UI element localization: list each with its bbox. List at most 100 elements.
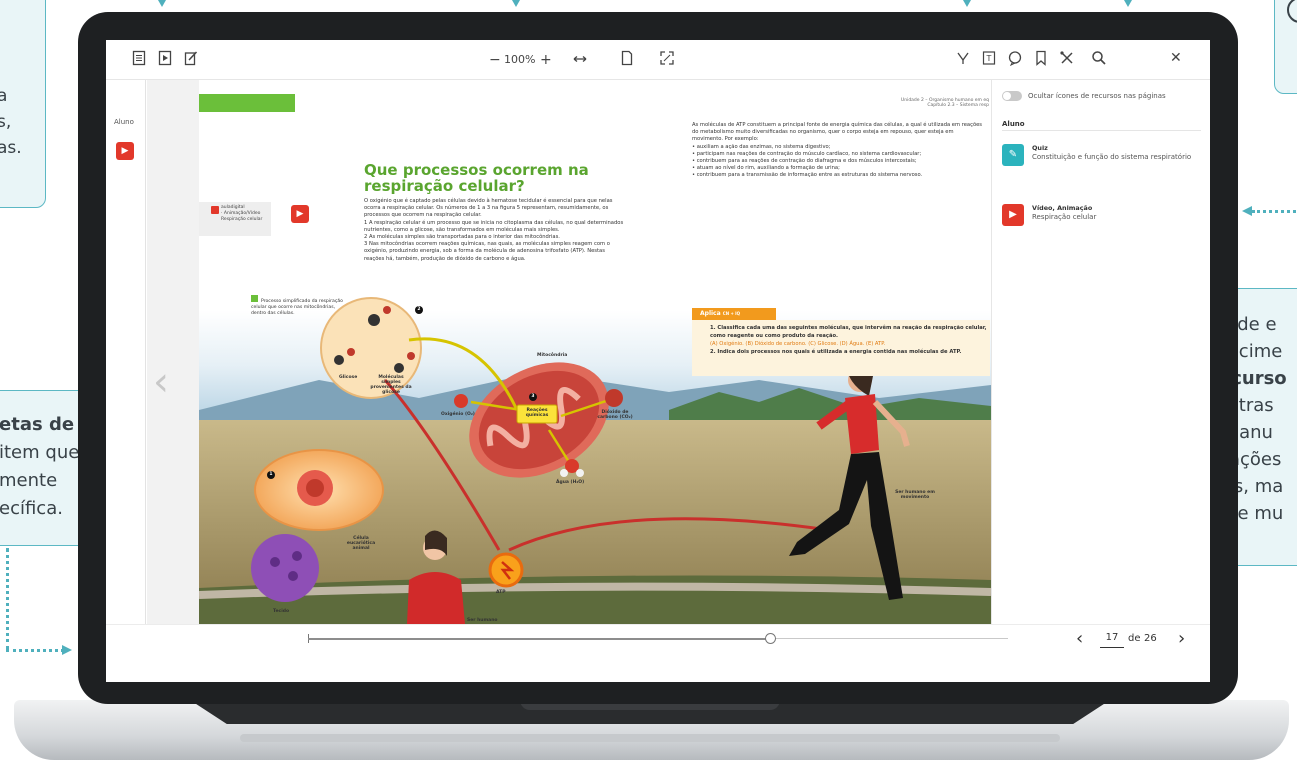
step-1-badge: 1 (267, 471, 275, 479)
resource-title: Respiração celular (1032, 213, 1097, 221)
question: 1. Classifica cada uma das seguintes mol… (710, 325, 987, 339)
play-icon[interactable]: ▶ (116, 142, 134, 160)
svg-text:T: T (986, 54, 992, 63)
bullet: • auxiliam a ação das enzimas, no sistem… (692, 143, 831, 150)
card-line: Respiração celular (221, 217, 263, 222)
toolbar: − 100% + T ✕ (106, 40, 1210, 80)
paragraph: 3 Nas mitocôndrias ocorrem reações quími… (364, 241, 610, 262)
bullet: • contribuem para a transmissão de infor… (692, 172, 923, 179)
page-slider[interactable] (308, 633, 1008, 644)
callout-mid-left-text: etas de item que mente ecífica. (0, 411, 79, 523)
zoom-in-button[interactable]: + (540, 51, 552, 69)
callout-line: a (0, 86, 8, 106)
dotted-connector (1252, 210, 1296, 213)
arrow-down-icon (963, 0, 971, 7)
label-celula: Célula eucariótica animal (346, 536, 376, 551)
exercise-box: 1. Classifica cada uma das seguintes mol… (692, 320, 990, 376)
running-header: Unidade 2 – Organismo humano em eq Capít… (839, 98, 989, 108)
label-oxigenio: Oxigénio (O₂) (441, 412, 475, 417)
paragraph: 1 A respiração celular é um processo que… (364, 219, 624, 233)
bookmark-icon[interactable] (1030, 50, 1052, 70)
resource-badge-icon (211, 206, 219, 214)
fit-width-icon[interactable] (569, 50, 591, 70)
callout-top-right (1274, 0, 1297, 94)
callout-top-left: a s, as. (0, 0, 46, 208)
resource-item-quiz[interactable]: ✎ Quiz Constituição e função do sistema … (1002, 144, 1207, 174)
right-body-text: As moléculas de ATP constituem a princip… (692, 122, 984, 180)
step-2-badge: 2 (415, 306, 423, 314)
aplica-label: Aplica (700, 310, 721, 317)
promo-stage: a s, as. etas de item que mente ecífica.… (0, 0, 1297, 777)
cm-label: CN + IQ (722, 311, 741, 316)
bottom-bar: ‹ 17 de 26 › (106, 624, 1210, 682)
label-moleculas: Moléculas simples provenientes da glicos… (370, 375, 412, 395)
paragraph: As moléculas de ATP constituem a princip… (692, 122, 983, 143)
toggle-label: Ocultar ícones de recursos nas páginas (1028, 92, 1166, 100)
step-3-badge: 3 (529, 393, 537, 401)
callout-line: item que (0, 442, 80, 463)
header-line: Capítulo 2.3 – Sistema resp (927, 103, 989, 108)
question-options: (A) Oxigénio. (B) Dióxido de carbono. (C… (710, 341, 886, 347)
label-mitocondria: Mitocôndria (537, 353, 568, 358)
resource-item-video[interactable]: ▶ Vídeo, Animação Respiração celular (1002, 204, 1207, 234)
text-box-icon[interactable]: T (978, 50, 1000, 70)
highlighter-icon[interactable] (952, 50, 974, 70)
callout-line: s, (0, 112, 12, 132)
fullscreen-icon[interactable] (656, 50, 678, 70)
search-icon[interactable] (1088, 50, 1110, 70)
callout-line: mente (0, 470, 58, 491)
bullet: • participam nas reações de contração do… (692, 150, 922, 157)
label-atp: ATP (496, 590, 506, 595)
app-screen: − 100% + T ✕ Aluno ▶ ‹ Unidade 2 – Organ… (106, 40, 1210, 682)
callout-line: as. (0, 138, 22, 158)
dotted-connector (6, 649, 64, 652)
left-body-text: O oxigénio que é captado pelas células d… (364, 198, 626, 263)
resource-title: Constituição e função do sistema respira… (1032, 153, 1192, 161)
chapter-tab (199, 94, 295, 112)
hide-icons-toggle[interactable] (1002, 91, 1022, 101)
pagination: ‹ 17 de 26 › (1074, 629, 1194, 649)
book-spread: Unidade 2 – Organismo humano em eq Capít… (199, 80, 991, 624)
tools-icon[interactable] (1056, 50, 1078, 70)
document-list-icon[interactable] (128, 50, 150, 70)
divider (1002, 130, 1201, 131)
play-document-icon[interactable] (154, 50, 176, 70)
arrow-down-icon (158, 0, 166, 7)
pencil-icon: ✎ (1002, 144, 1024, 166)
laptop-keyboard-slot (240, 734, 1060, 742)
dotted-connector (6, 548, 9, 650)
callout-line-bold: etas de (0, 414, 75, 435)
current-page-input[interactable]: 17 (1100, 629, 1124, 648)
page-separator: de (1128, 633, 1141, 644)
label-dioxido: Dióxido de carbono (CO₂) (597, 410, 633, 420)
bullet: • atuam ao nível do rim, auxiliando a fo… (692, 165, 840, 172)
label-tecido: Tecido (273, 609, 290, 614)
chevron-left-icon[interactable]: ‹ (1076, 629, 1083, 649)
arrow-right-icon (62, 645, 72, 655)
edit-document-icon[interactable] (180, 50, 202, 70)
comment-icon[interactable] (1004, 50, 1026, 70)
aplica-banner: Aplica CN + IQ (692, 308, 776, 320)
slider-fill (308, 637, 770, 640)
figure-caption: Processo simplificado da respiração celu… (251, 295, 349, 317)
total-pages: 26 (1144, 633, 1157, 644)
digital-resource-card[interactable]: auladigital · Animação/Vídeo Respiração … (199, 202, 271, 236)
panel-section-title: Aluno (1002, 120, 1025, 128)
resources-panel: Ocultar ícones de recursos nas páginas A… (991, 80, 1210, 624)
paragraph: O oxigénio que é captado pelas células d… (364, 198, 613, 219)
zoom-out-button[interactable]: − (489, 51, 501, 69)
rail-label: Aluno (114, 118, 134, 126)
single-page-icon[interactable] (616, 50, 638, 70)
page-area: ‹ Unidade 2 – Organismo humano em eq Cap… (147, 80, 991, 624)
slider-thumb[interactable] (765, 633, 776, 644)
chevron-left-icon[interactable]: ‹ (153, 362, 169, 402)
play-icon[interactable]: ▶ (291, 205, 309, 223)
resource-type: Vídeo, Animação (1032, 204, 1093, 212)
left-rail: Aluno ▶ (106, 80, 146, 624)
arrow-down-icon (512, 0, 520, 7)
arrow-down-icon (1124, 0, 1132, 7)
chevron-right-icon[interactable]: › (1178, 629, 1185, 649)
close-button[interactable]: ✕ (1170, 49, 1182, 67)
callout-line: ecífica. (0, 498, 63, 519)
label-glicose: Glicose (339, 375, 358, 380)
